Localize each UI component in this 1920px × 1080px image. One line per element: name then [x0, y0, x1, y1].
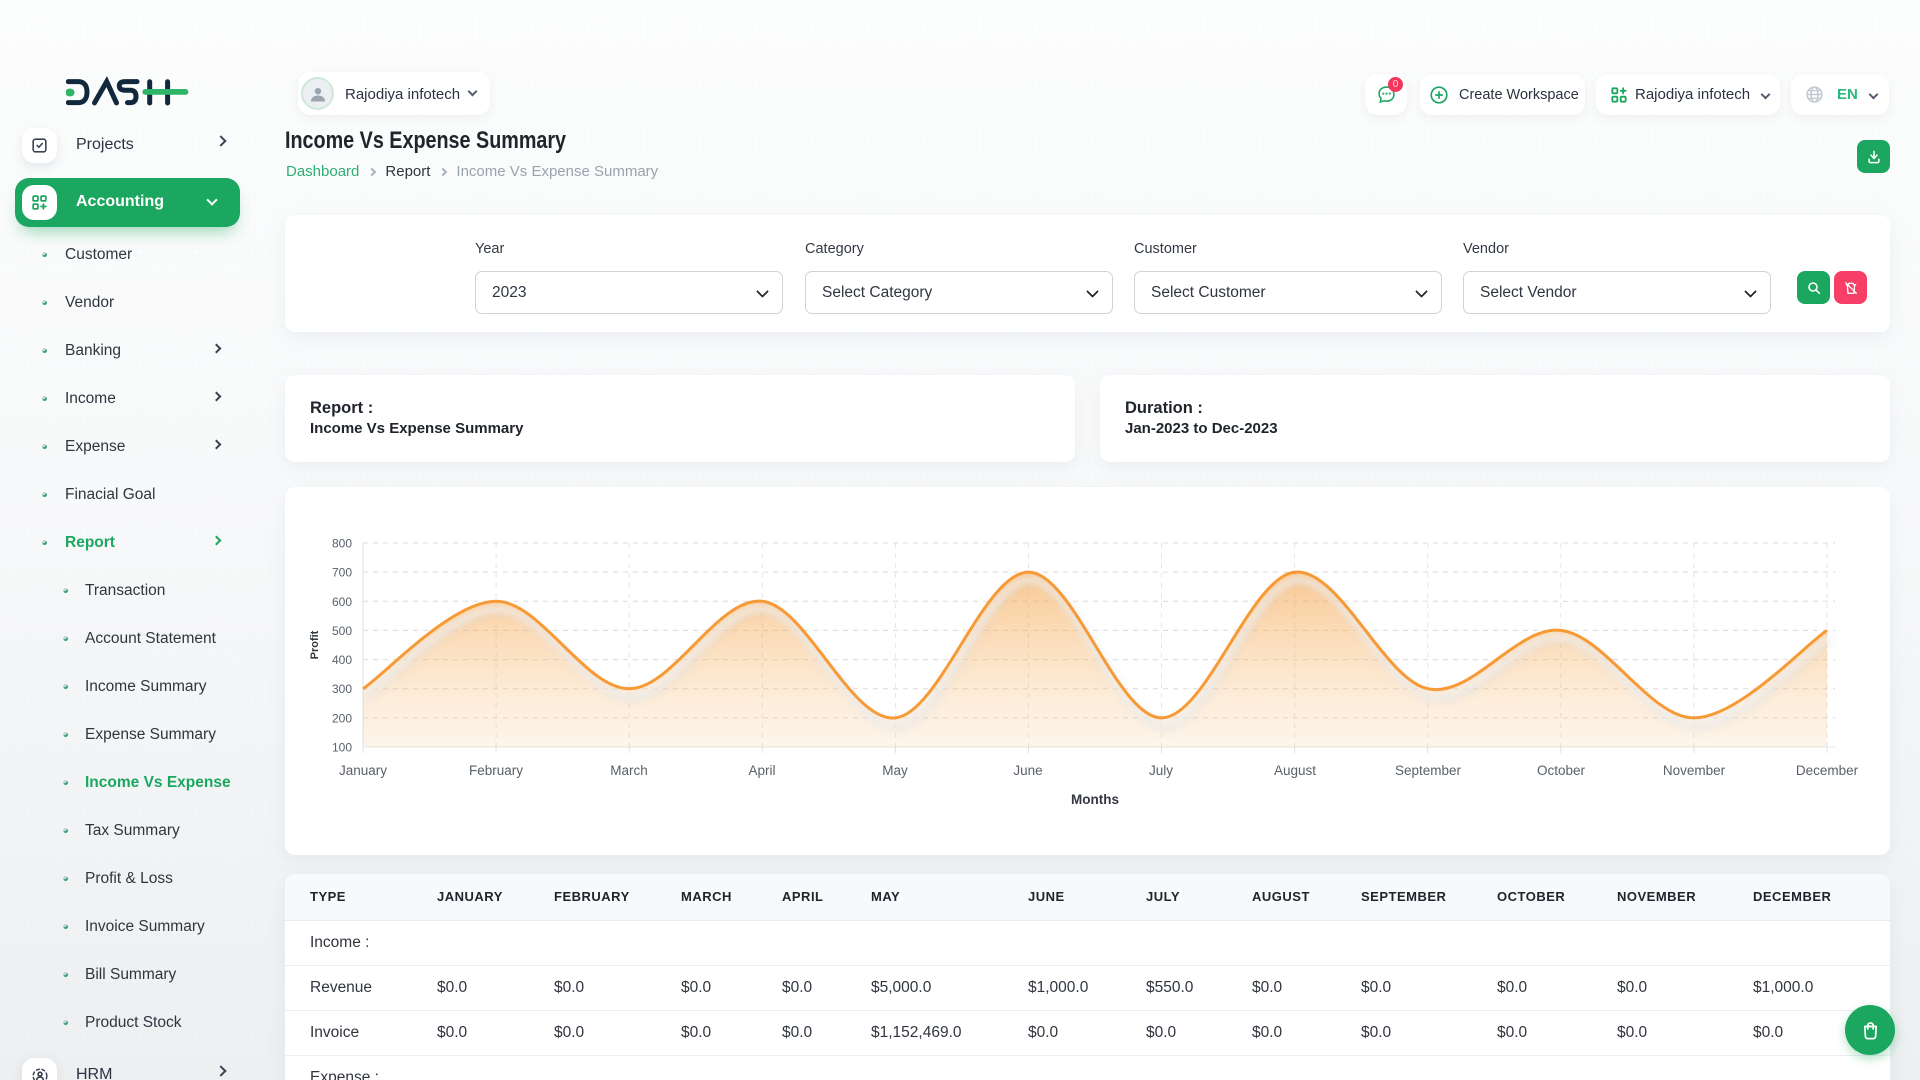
svg-text:July: July	[1149, 763, 1173, 778]
svg-text:December: December	[1796, 763, 1859, 778]
svg-text:January: January	[339, 763, 387, 778]
svg-text:Profit: Profit	[309, 630, 321, 659]
svg-text:February: February	[469, 763, 523, 778]
svg-text:100: 100	[332, 741, 352, 755]
svg-text:600: 600	[332, 595, 352, 609]
svg-text:May: May	[882, 763, 908, 778]
svg-text:September: September	[1395, 763, 1462, 778]
svg-text:200: 200	[332, 711, 352, 725]
svg-text:700: 700	[332, 566, 352, 580]
svg-text:March: March	[610, 763, 648, 778]
svg-text:400: 400	[332, 653, 352, 667]
svg-text:June: June	[1013, 763, 1042, 778]
svg-text:October: October	[1537, 763, 1586, 778]
svg-text:November: November	[1663, 763, 1726, 778]
svg-text:300: 300	[332, 682, 352, 696]
svg-text:April: April	[748, 763, 775, 778]
svg-text:Months: Months	[1071, 792, 1119, 807]
svg-text:800: 800	[332, 537, 352, 551]
svg-text:August: August	[1274, 763, 1316, 778]
svg-text:500: 500	[332, 624, 352, 638]
